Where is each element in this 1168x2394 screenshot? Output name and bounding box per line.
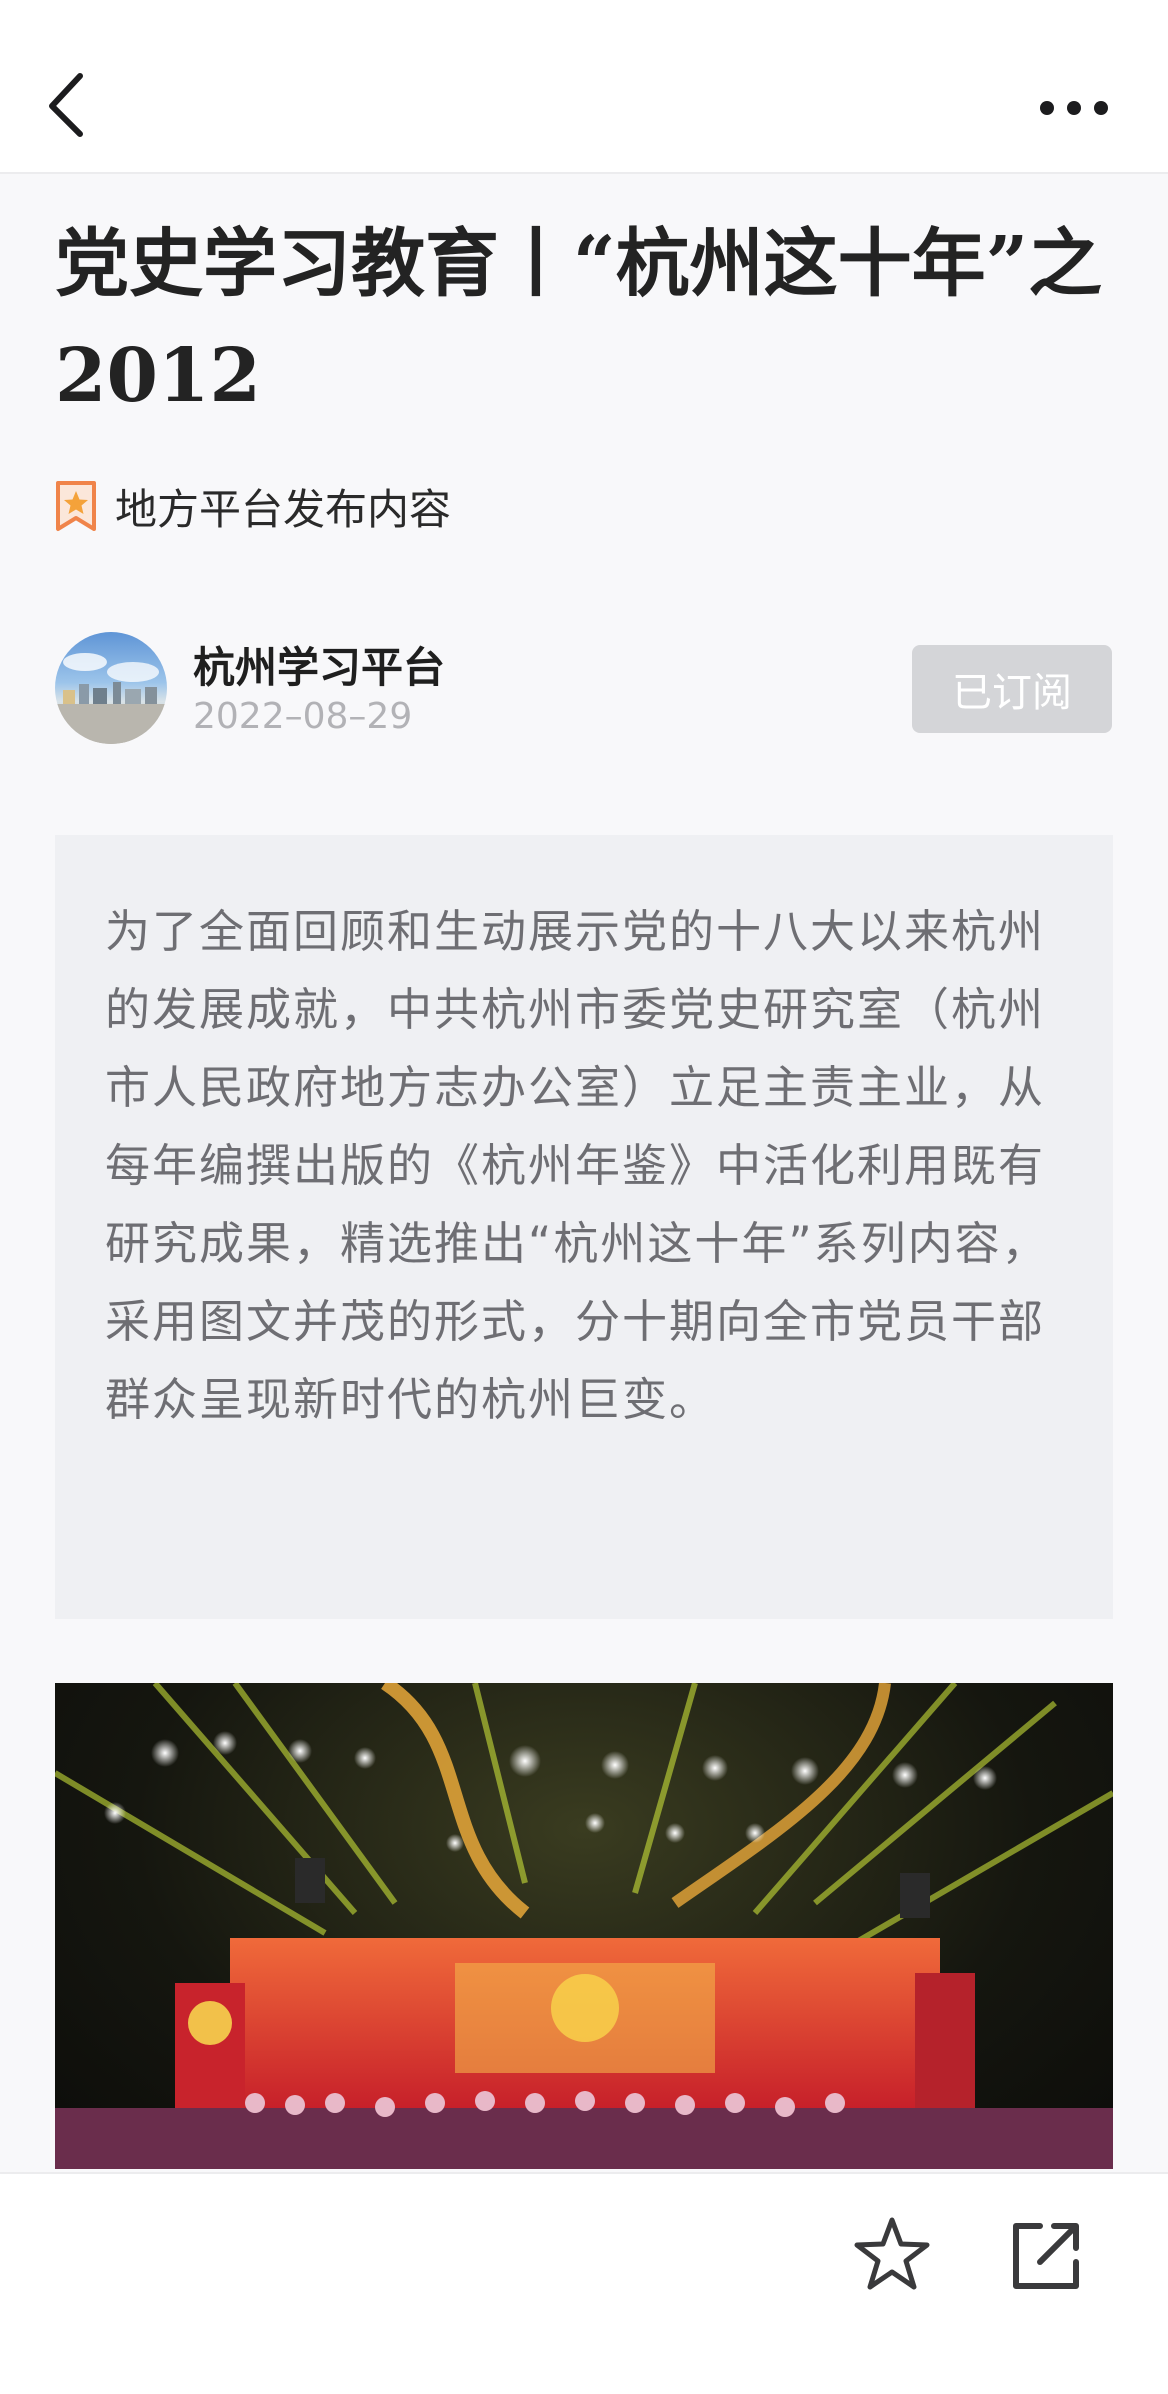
avatar[interactable] (55, 632, 167, 744)
chevron-left-icon (49, 73, 83, 137)
more-dots-icon (1040, 101, 1108, 115)
more-button[interactable] (1030, 84, 1120, 132)
bottom-action-bar (0, 2172, 1168, 2394)
summary-box: 为了全面回顾和生动展示党的十八大以来杭州的发展成就，中共杭州市委党史研究室（杭州… (55, 835, 1113, 1619)
subscribe-button[interactable]: 已订阅 (912, 645, 1112, 733)
article-image[interactable] (55, 1683, 1113, 2169)
avatar-image (55, 653, 167, 744)
star-outline-icon (854, 2217, 930, 2290)
summary-text: 为了全面回顾和生动展示党的十八大以来杭州的发展成就，中共杭州市委党史研究室（杭州… (105, 905, 1049, 1426)
top-nav-bar (0, 0, 1168, 174)
stage-photo (55, 1683, 1113, 2169)
source-tag-label: 地方平台发布内容 (115, 484, 452, 534)
source-tag: 地方平台发布内容 (55, 478, 451, 534)
share-button[interactable] (1008, 2218, 1084, 2294)
back-button[interactable] (40, 70, 100, 140)
publish-date: 2022–08–29 (193, 696, 413, 737)
share-external-icon (1013, 2223, 1079, 2289)
favorite-button[interactable] (852, 2214, 932, 2294)
article-title: 党史学习教育丨“杭州这十年”之2012 (55, 221, 1103, 419)
bookmark-star-icon (56, 481, 96, 531)
author-name[interactable]: 杭州学习平台 (193, 634, 445, 695)
author-row: 杭州学习平台 2022–08–29 已订阅 (55, 632, 1113, 744)
